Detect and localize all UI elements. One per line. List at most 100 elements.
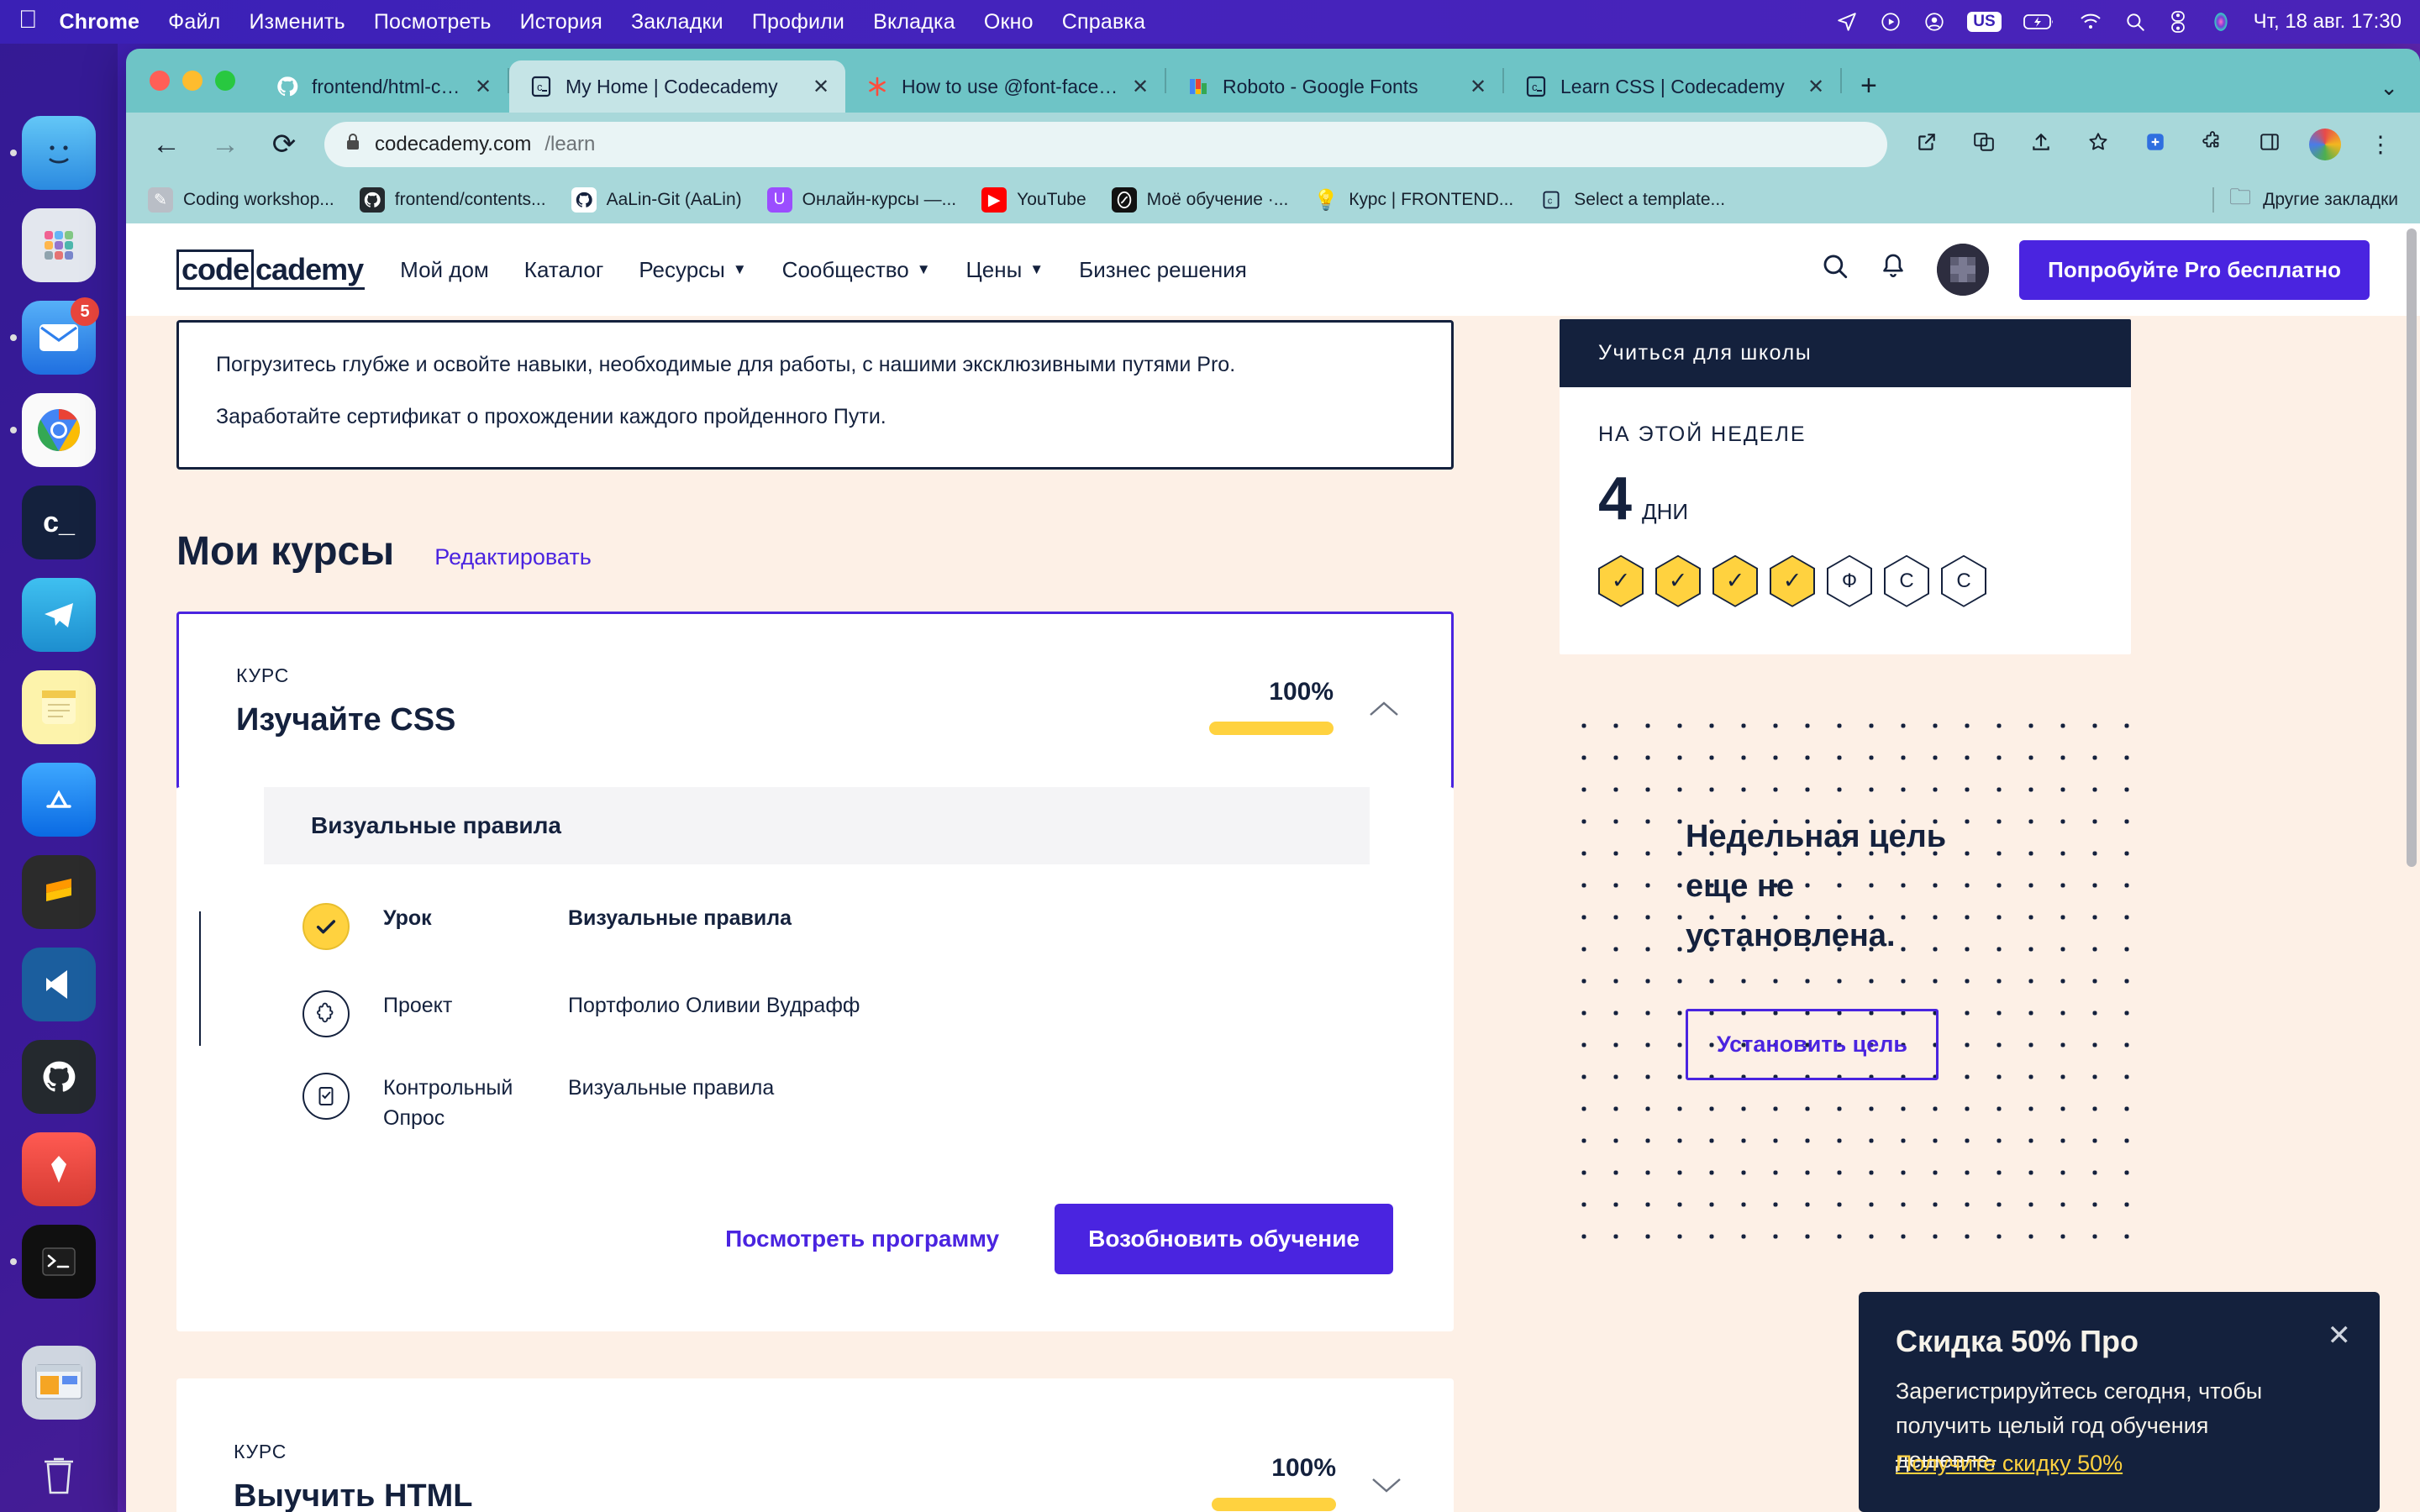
finder-icon[interactable] [10,116,96,190]
mail-icon[interactable]: 5 [10,297,99,375]
menu-item-window[interactable]: Окно [984,10,1034,34]
launchpad-icon[interactable] [22,208,96,282]
close-tab-button[interactable]: ✕ [810,75,832,99]
nav-my-home[interactable]: Мой дом [400,257,489,283]
bookmark-star-icon[interactable] [2081,131,2116,159]
page-scrollbar[interactable] [2407,228,2417,867]
weekday-hex-completed[interactable]: ✓ [1770,554,1815,607]
menu-item-file[interactable]: Файл [168,10,220,34]
extensions-icon[interactable] [2195,130,2230,159]
edit-courses-link[interactable]: Редактировать [434,544,592,570]
view-syllabus-link[interactable]: Посмотреть программу [725,1226,999,1252]
reload-button[interactable]: ⟳ [266,128,302,161]
screen-record-icon[interactable] [1880,11,1902,33]
nav-catalog[interactable]: Каталог [524,257,604,283]
sublime-text-icon[interactable] [22,855,96,929]
control-center-icon[interactable] [2168,11,2188,33]
bookmark-item[interactable]: Моё обучение ·... [1111,187,1288,213]
resume-learning-button[interactable]: Возобновить обучение [1055,1204,1393,1274]
chrome-icon[interactable] [10,393,96,467]
input-source-indicator[interactable]: US [1967,11,2002,33]
menu-item-bookmarks[interactable]: Закладки [631,10,723,34]
maximize-window-button[interactable] [215,71,235,91]
weekday-hex-pending[interactable]: Ф [1827,554,1872,607]
profile-avatar[interactable] [2309,129,2341,160]
browser-tab[interactable]: c Learn CSS | Codecademy ✕ [1504,60,1840,113]
course-card-css[interactable]: КУРС Изучайте CSS 100% [176,612,1454,790]
menu-item-history[interactable]: История [520,10,602,34]
course-card-header[interactable]: КУРС Изучайте CSS 100% [179,614,1451,787]
lesson-row[interactable]: Проект Портфолио Оливии Вудрафф [302,990,1454,1054]
course-card-header[interactable]: КУРС Выучить HTML 100% [176,1378,1454,1512]
apple-menu-icon[interactable]:  [18,8,38,33]
weekday-hex-pending[interactable]: С [1884,554,1929,607]
location-arrow-icon[interactable] [1836,11,1858,33]
bell-icon[interactable] [1880,252,1907,287]
terminal-icon[interactable] [10,1225,96,1299]
weekday-hex-completed[interactable]: ✓ [1598,554,1644,607]
nav-resources[interactable]: Ресурсы ▼ [639,257,746,283]
menu-item-view[interactable]: Посмотреть [374,10,492,34]
nav-community[interactable]: Сообщество ▼ [782,257,931,283]
menu-item-tab[interactable]: Вкладка [873,10,955,34]
menu-item-chrome[interactable]: Chrome [60,10,140,34]
lesson-row[interactable]: Урок Визуальные правила [302,903,1454,967]
minimize-window-button[interactable] [182,71,203,91]
browser-tab[interactable]: How to use @font-face in CSS ✕ [845,60,1165,113]
github-desktop-icon[interactable] [22,1040,96,1114]
bookmark-item[interactable]: frontend/contents... [359,187,546,213]
codecademy-icon[interactable]: c_ [22,486,96,559]
expand-course-chevron-down-icon[interactable] [1370,1454,1403,1501]
forward-button[interactable]: → [207,129,244,161]
browser-tab-active[interactable]: c My Home | Codecademy ✕ [509,60,845,113]
search-icon[interactable] [1821,252,1849,287]
weekday-hex-completed[interactable]: ✓ [1655,554,1701,607]
close-tab-button[interactable]: ✕ [1467,75,1489,99]
menu-item-help[interactable]: Справка [1062,10,1145,34]
chrome-menu-icon[interactable]: ⋮ [2363,132,2398,158]
tab-search-chevron-down-icon[interactable]: ⌄ [2380,75,2398,101]
close-tab-button[interactable]: ✕ [1805,75,1827,99]
bookmark-item[interactable]: U Онлайн-курсы —... [766,187,956,213]
battery-charging-icon[interactable] [2023,12,2057,32]
user-avatar[interactable] [1937,244,1990,296]
browser-tab[interactable]: Roboto - Google Fonts ✕ [1166,60,1502,113]
menu-item-profiles[interactable]: Профили [752,10,844,34]
address-bar[interactable]: codecademy.com/learn [324,122,1887,167]
bookmark-item[interactable]: AaLin-Git (AaLin) [571,187,742,213]
tower-icon[interactable] [22,1132,96,1206]
translate-icon[interactable] [1966,131,2002,159]
wifi-icon[interactable] [2079,13,2102,31]
bookmark-item[interactable]: ▶ YouTube [981,187,1086,213]
back-button[interactable]: ← [148,129,185,161]
bookmark-item[interactable]: 💡 Курс | FRONTEND... [1313,187,1513,213]
lesson-row[interactable]: Контрольный Опрос Визуальные правила [302,1073,1454,1137]
siri-icon[interactable] [2210,11,2232,33]
menu-bar-clock[interactable]: Чт, 18 авг. 17:30 [2254,10,2402,34]
menu-item-edit[interactable]: Изменить [249,10,345,34]
upload-icon[interactable] [2023,131,2059,159]
weekday-hex-completed[interactable]: ✓ [1712,554,1758,607]
course-card-html[interactable]: КУРС Выучить HTML 100% [176,1378,1454,1512]
nav-pricing[interactable]: Цены ▼ [966,257,1044,283]
other-bookmarks-folder[interactable]: 🗀 Другие закладки [2228,184,2398,213]
bookmark-item[interactable]: ✎ Coding workshop... [148,187,334,213]
extension-badge-icon[interactable] [2138,131,2173,159]
collapse-course-chevron-up-icon[interactable] [1367,678,1401,725]
close-tab-button[interactable]: ✕ [1129,75,1151,99]
browser-tab[interactable]: frontend/html-css-intro.md a ✕ [255,60,508,113]
promo-discount-link[interactable]: Получите скидку 50% [1896,1448,2123,1478]
user-circle-icon[interactable] [1923,11,1945,33]
close-window-button[interactable] [150,71,170,91]
side-panel-icon[interactable] [2252,131,2287,159]
screenshot-thumbnail[interactable] [22,1346,96,1420]
codecademy-logo[interactable]: code cademy [176,249,366,290]
try-pro-free-button[interactable]: Попробуйте Pro бесплатно [2019,239,2370,300]
notes-icon[interactable] [22,670,96,744]
trash-icon[interactable] [22,1438,96,1512]
telegram-icon[interactable] [22,578,96,652]
app-store-icon[interactable] [22,763,96,837]
close-tab-button[interactable]: ✕ [472,75,494,99]
spotlight-search-icon[interactable] [2124,11,2146,33]
share-icon[interactable] [1909,131,1944,159]
